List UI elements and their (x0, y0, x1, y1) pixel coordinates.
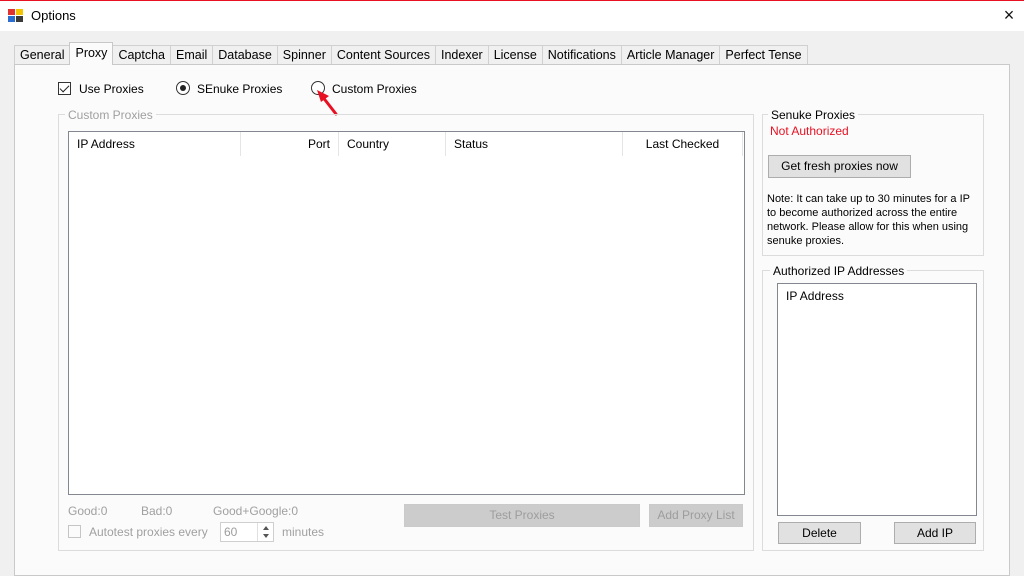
get-fresh-proxies-button[interactable]: Get fresh proxies now (768, 155, 911, 178)
tab-content-sources[interactable]: Content Sources (330, 45, 436, 65)
authorization-status: Not Authorized (770, 124, 849, 138)
good-count: Good:0 (68, 504, 108, 518)
column-header-country[interactable]: Country (339, 132, 446, 156)
app-icon (8, 9, 24, 23)
tab-license[interactable]: License (487, 45, 543, 65)
column-header-ip-address[interactable]: IP Address (69, 132, 241, 156)
tab-perfect-tense[interactable]: Perfect Tense (719, 45, 808, 65)
use-proxies-label: Use Proxies (79, 82, 144, 96)
column-header-port[interactable]: Port (241, 132, 339, 156)
column-header-ip-address[interactable]: IP Address (778, 284, 976, 308)
tab-indexer[interactable]: Indexer (434, 45, 489, 65)
use-proxies-checkbox[interactable] (58, 82, 71, 95)
tab-proxy[interactable]: Proxy (69, 42, 114, 65)
bad-count: Bad:0 (141, 504, 173, 518)
tab-article-manager[interactable]: Article Manager (620, 45, 721, 65)
tab-captcha[interactable]: Captcha (112, 45, 171, 65)
column-header-last-checked[interactable]: Last Checked (623, 132, 743, 156)
authorized-ip-list[interactable]: IP Address (777, 283, 977, 516)
autotest-interval-stepper[interactable]: 60 (220, 522, 274, 542)
stepper-arrows[interactable] (257, 523, 273, 541)
tab-strip: General Proxy Captcha Email Database Spi… (14, 42, 808, 65)
authorized-ips-group-title: Authorized IP Addresses (770, 264, 908, 278)
tab-general[interactable]: General (14, 45, 71, 65)
add-ip-button[interactable]: Add IP (894, 522, 976, 544)
senuke-proxies-group-title: Senuke Proxies (768, 108, 859, 122)
tab-email[interactable]: Email (170, 45, 214, 65)
test-proxies-button[interactable]: Test Proxies (404, 504, 640, 527)
custom-proxies-label: Custom Proxies (332, 82, 417, 96)
autotest-interval-value: 60 (224, 525, 238, 539)
arrow-down-icon[interactable] (263, 534, 269, 538)
window-title: Options (31, 8, 76, 23)
proxy-list[interactable]: IP Address Port Country Status Last Chec… (68, 131, 745, 495)
custom-proxies-group-title: Custom Proxies (65, 108, 156, 122)
delete-ip-button[interactable]: Delete (778, 522, 861, 544)
arrow-up-icon[interactable] (263, 526, 269, 530)
autotest-unit-label: minutes (282, 525, 325, 539)
senuke-proxies-radio[interactable] (176, 81, 190, 95)
autotest-label: Autotest proxies every (89, 525, 208, 539)
tab-database[interactable]: Database (212, 45, 278, 65)
senuke-proxies-label: SEnuke Proxies (197, 82, 283, 96)
close-icon[interactable]: × (994, 1, 1024, 31)
column-header-status[interactable]: Status (446, 132, 623, 156)
tab-spinner[interactable]: Spinner (276, 45, 332, 65)
autotest-checkbox[interactable] (68, 525, 81, 538)
senuke-note: Note: It can take up to 30 minutes for a… (767, 193, 970, 247)
tab-notifications[interactable]: Notifications (541, 45, 622, 65)
title-bar: Options × (0, 0, 1024, 31)
good-google-count: Good+Google:0 (213, 504, 299, 518)
add-proxy-list-button[interactable]: Add Proxy List (649, 504, 743, 527)
